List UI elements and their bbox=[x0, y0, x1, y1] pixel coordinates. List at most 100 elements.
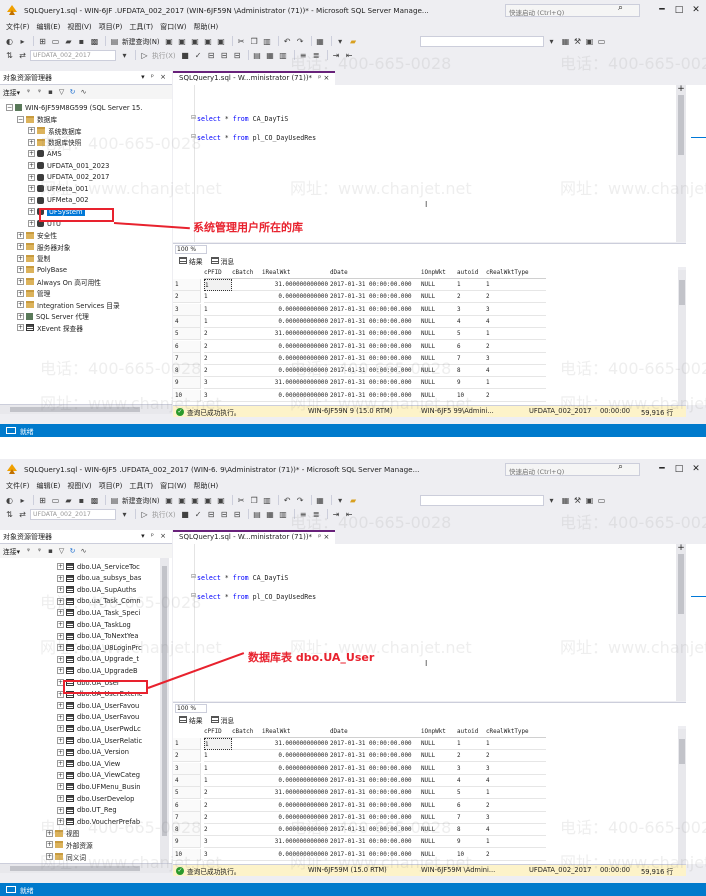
grid-cell[interactable]: NULL bbox=[421, 390, 457, 402]
menu-file[interactable]: 文件(F) bbox=[6, 481, 30, 491]
maximize-icon[interactable]: □ bbox=[672, 462, 686, 476]
grid-cell[interactable]: NULL bbox=[421, 800, 457, 812]
grid-cell[interactable]: NULL bbox=[421, 365, 457, 378]
grid-row-number[interactable]: 10 bbox=[173, 848, 201, 861]
grid-column-header[interactable]: cPFID bbox=[204, 726, 232, 738]
execute-button[interactable]: 执行(X) bbox=[152, 50, 176, 60]
minimize-icon[interactable]: ━ bbox=[655, 462, 669, 476]
grid-cell[interactable]: 1 bbox=[457, 738, 486, 750]
grid-cell[interactable]: 0.000000000000 bbox=[262, 304, 330, 316]
database-combo[interactable]: UFDATA_002_2017 bbox=[30, 508, 116, 520]
grid-cell[interactable]: 2017-01-31 00:00:00.000 bbox=[330, 341, 421, 353]
new-query-button[interactable]: 新建查询(N) bbox=[122, 495, 160, 505]
grid-cell[interactable]: NULL bbox=[421, 738, 457, 750]
grid-cell[interactable] bbox=[232, 787, 262, 800]
grid-cell[interactable]: 2 bbox=[204, 812, 232, 824]
layout-icon[interactable]: ▭ bbox=[596, 495, 607, 506]
copy-icon[interactable]: ❐ bbox=[249, 36, 260, 47]
fold-icon[interactable]: ⊟ bbox=[191, 114, 196, 121]
grid-cell[interactable]: 3 bbox=[486, 304, 546, 316]
database-combo[interactable]: UFDATA_002_2017 bbox=[30, 49, 116, 61]
scroll-thumb[interactable] bbox=[10, 407, 140, 412]
editor-vscroll[interactable] bbox=[676, 544, 686, 701]
grid-cell[interactable] bbox=[232, 328, 262, 341]
stop-icon[interactable]: ▪ bbox=[46, 546, 55, 557]
grid-cell[interactable]: 4 bbox=[486, 824, 546, 837]
expand-icon[interactable]: + bbox=[17, 312, 24, 320]
tree-node[interactable]: + Integration Services 目录 bbox=[17, 299, 120, 310]
expand-icon[interactable]: + bbox=[17, 301, 24, 309]
grid-cell[interactable]: 31.000000000000 bbox=[262, 279, 330, 291]
grid-row-number[interactable]: 10 bbox=[173, 389, 201, 402]
grid-cell[interactable]: 3 bbox=[204, 377, 232, 390]
object-explorer-hscroll[interactable] bbox=[0, 404, 172, 414]
tree-node-database[interactable]: + AMS bbox=[28, 148, 62, 159]
expand-icon[interactable]: + bbox=[57, 702, 64, 710]
grid-cell[interactable]: 1 bbox=[486, 279, 546, 291]
grid-cell[interactable]: 2 bbox=[486, 800, 546, 812]
grid-cell[interactable]: NULL bbox=[421, 328, 457, 341]
expand-icon[interactable]: + bbox=[57, 760, 64, 768]
grid-cell[interactable]: 5 bbox=[457, 328, 486, 341]
grid-cell[interactable]: 2017-01-31 00:00:00.000 bbox=[330, 279, 421, 291]
grid-cell[interactable]: NULL bbox=[421, 824, 457, 837]
query-icon[interactable]: ▣ bbox=[177, 495, 188, 506]
execute-icon[interactable]: ▷ bbox=[139, 509, 150, 520]
expand-icon[interactable]: + bbox=[57, 655, 64, 663]
connect-icon[interactable]: ⇅ bbox=[4, 509, 15, 520]
grid-column-header[interactable]: iOnpWkt bbox=[421, 267, 457, 279]
tree-node-table[interactable]: + dbo.ua_subsys_bas bbox=[57, 573, 141, 584]
tree-node-table[interactable]: + dbo.UA_UserFavou bbox=[57, 712, 139, 723]
grid-column-header[interactable]: dDate bbox=[330, 726, 421, 738]
tree-node-database[interactable]: + UFMeta_001 bbox=[28, 183, 88, 194]
query-icon[interactable]: ▣ bbox=[216, 36, 227, 47]
expand-icon[interactable]: + bbox=[17, 254, 24, 262]
check-icon[interactable]: ✓ bbox=[193, 509, 204, 520]
grid-cell[interactable]: 0.000000000000 bbox=[262, 750, 330, 763]
new-query-icon[interactable]: ▤ bbox=[109, 36, 120, 47]
grid-cell[interactable]: 6 bbox=[457, 341, 486, 353]
scroll-thumb[interactable] bbox=[162, 566, 167, 836]
tree-node-table[interactable]: + dbo.UA_ServiceToc bbox=[57, 561, 140, 572]
grid-cell[interactable]: 2 bbox=[486, 390, 546, 402]
undo-icon[interactable]: ↶ bbox=[282, 495, 293, 506]
grid-cell[interactable]: 31.000000000000 bbox=[262, 328, 330, 341]
grid-cell[interactable]: 2017-01-31 00:00:00.000 bbox=[330, 787, 421, 800]
grid-column-header[interactable]: cBatch bbox=[232, 726, 262, 738]
grid-cell[interactable] bbox=[232, 812, 262, 824]
tree-node[interactable]: + SQL Server 代理 bbox=[17, 311, 89, 322]
forward-icon[interactable]: ▸ bbox=[17, 495, 28, 506]
find-icon[interactable]: ▰ bbox=[348, 495, 359, 506]
split-icon[interactable]: + bbox=[676, 544, 686, 554]
expand-icon[interactable]: + bbox=[28, 127, 35, 135]
grid-row-number[interactable]: 4 bbox=[173, 315, 201, 328]
expand-icon[interactable]: + bbox=[57, 609, 64, 617]
find-combo[interactable] bbox=[420, 36, 544, 47]
grid-column-header[interactable]: autoid bbox=[457, 726, 486, 738]
query-icon[interactable]: ▣ bbox=[164, 495, 175, 506]
grid-cell[interactable]: 1 bbox=[486, 328, 546, 341]
grid-cell[interactable]: 2017-01-31 00:00:00.000 bbox=[330, 775, 421, 787]
object-explorer-vscroll[interactable] bbox=[160, 558, 169, 863]
grid-cell[interactable]: 1 bbox=[486, 836, 546, 849]
close-icon[interactable]: ✕ bbox=[689, 462, 703, 476]
tree-node-table[interactable]: + dbo.UA_UserFavou bbox=[57, 700, 139, 711]
results-grid-icon[interactable]: ▦ bbox=[265, 50, 276, 61]
grid-cell[interactable]: 1 bbox=[204, 279, 232, 291]
expand-icon[interactable]: + bbox=[28, 208, 35, 216]
grid-cell[interactable]: 2017-01-31 00:00:00.000 bbox=[330, 291, 421, 304]
grid-cell[interactable]: 7 bbox=[457, 812, 486, 824]
grid-cell[interactable]: 2 bbox=[457, 750, 486, 763]
tree-node-table[interactable]: + dbo.UA_UpgradeB bbox=[57, 665, 138, 676]
grid-cell[interactable]: 9 bbox=[457, 377, 486, 390]
grid-cell[interactable]: 0.000000000000 bbox=[262, 291, 330, 304]
grid-cell[interactable]: 10 bbox=[457, 390, 486, 402]
grid-column-header[interactable]: iRealWkt bbox=[262, 726, 330, 738]
activity-icon[interactable]: ∿ bbox=[79, 546, 88, 557]
close-icon[interactable]: ✕ bbox=[689, 3, 703, 17]
sql-editor[interactable]: ⊟ ⊟ select * from CA_DayTiS select * fro… bbox=[173, 544, 706, 701]
plan-icon[interactable]: ⊟ bbox=[219, 50, 230, 61]
menu-help[interactable]: 帮助(H) bbox=[193, 481, 218, 491]
menu-window[interactable]: 窗口(W) bbox=[160, 22, 186, 32]
grid-cell[interactable]: 31.000000000000 bbox=[262, 836, 330, 849]
